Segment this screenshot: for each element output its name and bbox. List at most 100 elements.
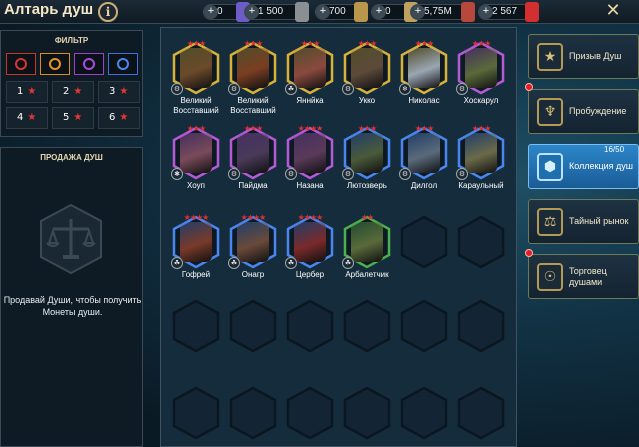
hero-stars: ★★★★: [297, 213, 324, 222]
hero-stars: ★★: [360, 213, 374, 222]
affinity-icon: ⚙: [228, 83, 240, 95]
resource-icon: [525, 2, 539, 22]
hero-card[interactable]: ★★★ ☘: [285, 39, 334, 95]
empty-slot: [400, 386, 448, 440]
affinity-icon: ⚙: [228, 168, 240, 180]
hero-card[interactable]: ★★★ ⚙: [456, 124, 505, 180]
hero-portrait: [351, 222, 383, 262]
soul-scales-icon[interactable]: [39, 203, 103, 275]
merchant-icon: ☉: [537, 263, 563, 291]
notification-dot: [525, 83, 533, 91]
hero-card[interactable]: ★★ ☘: [342, 213, 391, 269]
affinity-icon: ☘: [171, 257, 183, 269]
menu-button[interactable]: ⚖ Тайный рынок: [528, 199, 639, 244]
hero-card[interactable]: ★★★ ⚙: [456, 39, 505, 95]
red-soul-icon: [15, 58, 27, 70]
hero-stars: ★★★: [414, 124, 435, 133]
filter-type-button[interactable]: [40, 53, 70, 75]
sell-souls-title: ПРОДАЖА ДУШ: [40, 153, 103, 162]
add-resource-button[interactable]: +: [479, 5, 493, 19]
empty-slot: [343, 299, 391, 353]
add-resource-button[interactable]: +: [411, 5, 425, 19]
hero-stars: ★★★: [186, 124, 207, 133]
resource-value: 2 567: [492, 6, 518, 17]
hero-card[interactable]: ★★★ ⚙: [228, 39, 277, 95]
filter-type-button[interactable]: [108, 53, 138, 75]
close-button[interactable]: ✕: [603, 0, 623, 22]
resource-icon: [461, 2, 475, 22]
menu-button[interactable]: ★ Призыв Душ: [528, 34, 639, 79]
star-icon: ★: [119, 86, 129, 97]
resource-counter: +0: [203, 2, 250, 22]
add-resource-button[interactable]: +: [316, 5, 330, 19]
hero-card[interactable]: ★★★★ ☘: [171, 213, 220, 269]
page-title: Алтарь душ: [4, 1, 94, 18]
rank-label: 3: [109, 86, 116, 97]
empty-slot: [286, 299, 334, 353]
empty-slot: [286, 386, 334, 440]
hero-card[interactable]: ★★★★ ☘: [228, 213, 277, 269]
hero-card[interactable]: ★★★ ⚙: [399, 124, 448, 180]
hero-card[interactable]: ★★★ ⚙: [342, 39, 391, 95]
filter-rank-button[interactable]: 4 ★: [6, 107, 48, 129]
filter-rank-button[interactable]: 2 ★: [52, 81, 94, 103]
rank-label: 2: [63, 86, 70, 97]
hero-name: Хоскарул: [463, 96, 499, 105]
hero-card[interactable]: ★★★★ ☘: [285, 213, 334, 269]
hero-stars: ★★★: [357, 124, 378, 133]
filter-rank-button[interactable]: 1 ★: [6, 81, 48, 103]
filter-title: ФИЛЬТР: [54, 36, 89, 45]
add-resource-button[interactable]: +: [204, 5, 218, 19]
hero-card[interactable]: ★★★ ⚙: [171, 39, 220, 95]
hero-stars: ★★★: [471, 124, 492, 133]
filter-type-button[interactable]: [74, 53, 104, 75]
rank-label: 6: [109, 112, 116, 123]
hero-stars: ★★★: [357, 39, 378, 48]
affinity-icon: ☘: [285, 257, 297, 269]
hero-stars: ★★★★: [240, 213, 267, 222]
hero-portrait: [294, 222, 326, 262]
empty-slot: [172, 299, 220, 353]
hero-portrait: [180, 48, 212, 88]
affinity-icon: ☘: [228, 257, 240, 269]
sell-souls-text: Продавай Души, чтобы получить Монеты душ…: [3, 295, 142, 317]
filter-type-button[interactable]: [6, 53, 36, 75]
hero-card[interactable]: ★★★ ✱: [171, 124, 220, 180]
market-icon: ⚖: [537, 208, 563, 236]
filter-rank-button[interactable]: 5 ★: [52, 107, 94, 129]
hero-portrait: [294, 48, 326, 88]
hero-portrait: [294, 133, 326, 173]
rank-label: 1: [17, 86, 24, 97]
affinity-icon: ☘: [285, 83, 297, 95]
hero-stars: ★★★: [414, 39, 435, 48]
add-resource-button[interactable]: +: [245, 5, 259, 19]
hero-stars: ★★★: [300, 39, 321, 48]
star-icon: ★: [119, 112, 129, 123]
empty-slot: [457, 215, 505, 269]
affinity-icon: ⚙: [342, 168, 354, 180]
filter-rank-button[interactable]: 3 ★: [98, 81, 140, 103]
resource-value: 700: [329, 6, 346, 17]
hero-card[interactable]: ★★★★ ⚙: [285, 124, 334, 180]
menu-button[interactable]: ♆ Пробуждение: [528, 89, 639, 134]
hero-stars: ★★★★: [183, 213, 210, 222]
hero-card[interactable]: ★★★ ❄: [399, 39, 448, 95]
empty-slot: [400, 299, 448, 353]
hero-name: Арбалетчик: [345, 270, 389, 279]
filter-rank-button[interactable]: 6 ★: [98, 107, 140, 129]
hero-card[interactable]: ★★★ ⚙: [228, 124, 277, 180]
orange-soul-icon: [49, 58, 61, 70]
hero-stars: ★★★: [186, 39, 207, 48]
empty-slot: [343, 386, 391, 440]
resource-counter: +5,75M: [410, 2, 475, 22]
hero-card[interactable]: ★★★ ⚙: [342, 124, 391, 180]
resource-icon: [295, 2, 309, 22]
add-resource-button[interactable]: +: [372, 5, 386, 19]
top-bar: Алтарь душ i +0 +1 500 +700 +0 +5,75M +2 567 …: [0, 0, 639, 24]
menu-button[interactable]: ☉ Торговец душами: [528, 254, 639, 299]
info-button[interactable]: i: [98, 2, 118, 22]
rank-label: 4: [17, 112, 24, 123]
resource-icon: [354, 2, 368, 22]
resource-value: 5,75M: [424, 6, 452, 17]
rank-label: 5: [63, 112, 70, 123]
